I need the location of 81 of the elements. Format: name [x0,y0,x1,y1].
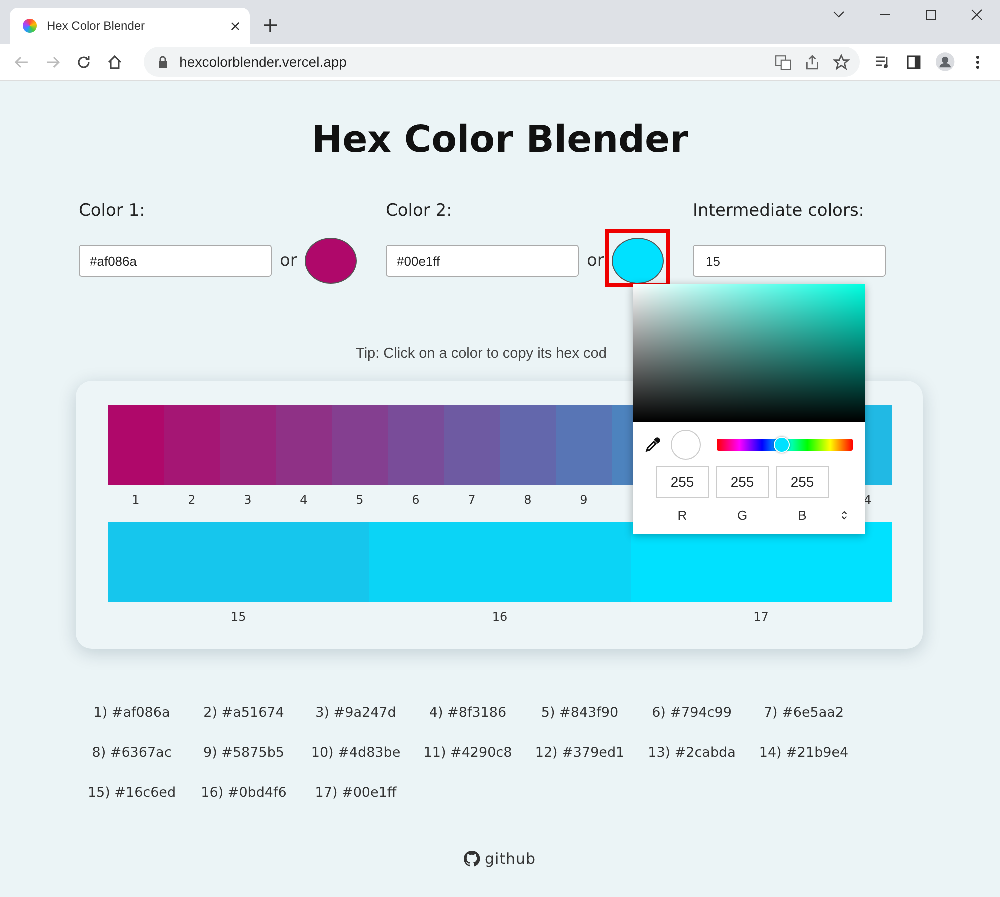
rgb-value-field[interactable]: 255 [656,466,709,498]
rgb-value-field[interactable]: 255 [716,466,769,498]
color-swatch[interactable] [369,522,631,602]
hex-code-text[interactable]: 12) #379ed1 [535,745,625,761]
field-label: Intermediate colors: [693,200,866,222]
hex-code-text[interactable]: 3) #9a247d [316,705,396,721]
up-down-arrows-icon[interactable] [841,510,848,520]
hue-slider[interactable] [717,439,853,451]
share-icon[interactable] [804,54,821,70]
color-swatch[interactable] [556,405,612,485]
close-icon[interactable] [231,22,240,30]
plus-icon[interactable] [264,19,277,32]
saturation-gradient-area[interactable] [633,284,865,422]
side-panel-icon[interactable] [906,54,922,70]
swatch-number: 16 [492,610,508,624]
github-link[interactable]: github [464,850,536,868]
swatch-number: 5 [356,492,364,506]
rgb-value-field[interactable]: 255 [776,466,829,498]
tip-text: Tip: Click on a color to copy its hex cod [355,345,608,364]
color-swatch-button[interactable] [305,238,358,284]
color-swatch[interactable] [444,405,500,485]
swatch-number: 6 [412,492,420,506]
hex-code-text[interactable]: 11) #4290c8 [424,745,512,761]
swatch-number: 4 [864,492,872,506]
channel-label: B [798,508,807,523]
star-icon[interactable] [832,54,850,70]
count-input-field[interactable]: 15 [693,245,886,277]
color-swatch[interactable] [332,405,388,485]
address-bar[interactable]: hexcolorblender.vercel.app [144,47,860,77]
hex-code-text[interactable]: 5) #843f90 [541,705,619,721]
hex-input-field[interactable]: #00e1ff [386,245,579,277]
hex-code-text[interactable]: 16) #0bd4f6 [201,785,287,801]
swatch-number: 7 [468,492,476,506]
lock-icon [158,56,168,68]
color-swatch-button[interactable] [612,238,664,284]
color-swatch[interactable] [108,405,164,485]
hex-code-text[interactable]: 8) #6367ac [92,745,172,761]
hex-code-text[interactable]: 2) #a51674 [204,705,284,721]
home-icon[interactable] [106,54,123,70]
field-label: Color 2: [386,200,454,222]
hex-input-field[interactable]: #af086a [79,245,272,277]
or-text: or [587,251,604,271]
profile-avatar-icon[interactable] [936,52,956,72]
color-swatch[interactable] [220,405,276,485]
channel-label: G [737,508,748,523]
color-swatch[interactable] [276,405,332,485]
hex-code-text[interactable]: 6) #794c99 [652,705,732,721]
swatch-number: 9 [580,492,588,506]
color-swatch[interactable] [388,405,444,485]
swatch-number: 8 [524,492,532,506]
url-text: hexcolorblender.vercel.app [180,54,347,70]
or-text: or [280,251,298,271]
swatch-number: 2 [188,492,196,506]
swatch-number: 15 [231,610,246,624]
hex-code-text[interactable]: 7) #6e5aa2 [764,705,844,721]
swatch-number: 1 [132,492,140,506]
hex-code-text[interactable]: 13) #2cabda [648,745,736,761]
field-label: Color 1: [79,200,146,222]
reload-icon[interactable] [76,54,92,70]
color-wheel-icon [23,19,37,33]
hex-code-text[interactable]: 10) #4d83be [311,745,401,761]
hex-code-text[interactable]: 1) #af086a [94,705,170,721]
color-swatch[interactable] [108,522,370,602]
page-title: Hex Color Blender [310,117,690,162]
color-swatch[interactable] [164,405,220,485]
hex-code-text[interactable]: 17) #00e1ff [315,785,397,801]
github-icon [464,851,480,867]
hex-code-text[interactable]: 4) #8f3186 [429,705,507,721]
hex-code-text[interactable]: 15) #16c6ed [88,785,176,801]
channel-label: R [678,508,688,523]
eyedropper-icon[interactable] [645,437,661,453]
color-preview-circle [671,430,701,460]
swatch-number: 17 [754,610,769,624]
tab-title: Hex Color Blender [47,19,146,33]
hex-code-text[interactable]: 14) #21b9e4 [759,745,849,761]
swatch-number: 4 [300,492,308,506]
color-swatch[interactable] [500,405,556,485]
hex-code-text[interactable]: 9) #5875b5 [204,745,284,761]
slider-thumb[interactable] [774,437,790,453]
browser-tab[interactable]: Hex Color Blender [10,8,250,44]
swatch-number: 3 [244,492,252,506]
